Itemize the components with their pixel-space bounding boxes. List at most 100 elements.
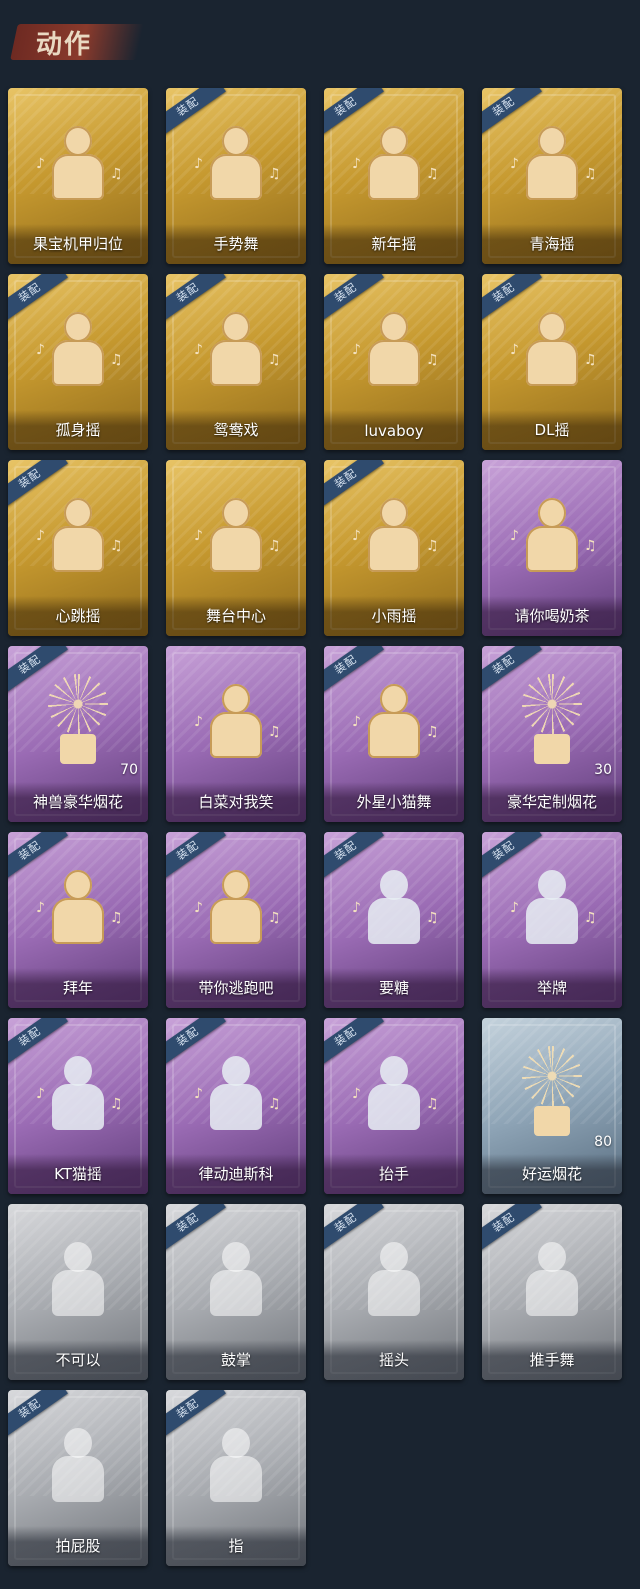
emote-name: 舞台中心 [205, 607, 266, 625]
section-header: 动作 [10, 20, 144, 64]
emote-name: 手势舞 [213, 235, 259, 253]
emote-card[interactable]: 好运烟花 80 [482, 1018, 622, 1194]
figure-head-icon [222, 126, 250, 156]
emote-name: 推手舞 [529, 1351, 575, 1369]
emote-name: 摇头 [378, 1351, 409, 1369]
emote-figure-icon: ♪ ♫ [324, 664, 464, 774]
firework-box-icon [534, 734, 570, 764]
firework-icon [522, 1046, 582, 1106]
music-note-icon: ♫ [268, 538, 281, 554]
firework-icon [522, 674, 582, 734]
emote-card[interactable]: ♪ ♫ KT猫摇 装配 [8, 1018, 148, 1194]
music-note-icon: ♪ [352, 714, 361, 730]
emote-card[interactable]: 豪华定制烟花 30 装配 [482, 646, 622, 822]
emote-card[interactable]: 鼓掌 装配 [166, 1204, 306, 1380]
emote-figure-icon [482, 1222, 622, 1332]
figure-head-icon [64, 312, 92, 342]
emote-card[interactable]: ♪ ♫ 手势舞 装配 [166, 88, 306, 264]
figure-head-icon [380, 1056, 408, 1086]
music-note-icon: ♪ [510, 528, 519, 544]
figure-body-icon [368, 712, 420, 758]
figure-head-icon [64, 1242, 92, 1272]
emote-figure-icon: ♪ ♫ [8, 106, 148, 216]
emote-card[interactable]: ♪ ♫ 白菜对我笑 [166, 646, 306, 822]
music-note-icon: ♪ [352, 342, 361, 358]
emote-figure-icon: ♪ ♫ [166, 292, 306, 402]
emote-name: 鸳鸯戏 [213, 421, 259, 439]
emote-name: 要糖 [378, 979, 409, 997]
emote-card[interactable]: 摇头 装配 [324, 1204, 464, 1380]
figure-body-icon [210, 1456, 262, 1502]
music-note-icon: ♪ [510, 900, 519, 916]
emote-card[interactable]: ♪ ♫ DL摇 装配 [482, 274, 622, 450]
music-note-icon: ♪ [352, 528, 361, 544]
figure-head-icon [380, 126, 408, 156]
emote-card[interactable]: ♪ ♫ 青海摇 装配 [482, 88, 622, 264]
emote-card[interactable]: ♪ ♫ 外星小猫舞 装配 [324, 646, 464, 822]
emote-figure-icon: ♪ ♫ [8, 478, 148, 588]
figure-body-icon [368, 526, 420, 572]
emote-card[interactable]: ♪ ♫ 带你逃跑吧 装配 [166, 832, 306, 1008]
emote-card[interactable]: ♪ ♫ 举牌 装配 [482, 832, 622, 1008]
emote-card[interactable]: 指装配 [166, 1390, 306, 1566]
music-note-icon: ♪ [352, 156, 361, 172]
emote-name: 请你喝奶茶 [514, 607, 590, 625]
music-note-icon: ♫ [110, 538, 123, 554]
emote-card[interactable]: 神兽豪华烟花 70 装配 [8, 646, 148, 822]
emote-figure-icon: ♪ ♫ [324, 106, 464, 216]
section-title: 动作 [36, 30, 93, 60]
emote-name: luvaboy [364, 422, 424, 440]
emote-figure-icon: ♪ ♫ [166, 1036, 306, 1146]
emote-name: 青海摇 [529, 235, 575, 253]
emote-figure-icon [8, 1408, 148, 1518]
emote-card[interactable]: ♪ ♫ 鸳鸯戏 装配 [166, 274, 306, 450]
emote-card[interactable]: ♪ ♫ 律动迪斯科 装配 [166, 1018, 306, 1194]
music-note-icon: ♪ [194, 900, 203, 916]
music-note-icon: ♫ [584, 538, 597, 554]
figure-body-icon [210, 1084, 262, 1130]
emote-name: 小雨摇 [371, 607, 417, 625]
emote-name: 举牌 [536, 979, 567, 997]
emote-card[interactable]: ♪ ♫ 果宝机甲归位 [8, 88, 148, 264]
emote-card[interactable]: ♪ ♫ 要糖 装配 [324, 832, 464, 1008]
emote-card[interactable]: ♪ ♫ luvaboy 装配 [324, 274, 464, 450]
figure-head-icon [64, 870, 92, 900]
music-note-icon: ♫ [426, 538, 439, 554]
emote-card[interactable]: ♪ ♫ 心跳摇 装配 [8, 460, 148, 636]
figure-body-icon [526, 154, 578, 200]
emote-card[interactable]: 推手舞 装配 [482, 1204, 622, 1380]
emote-card[interactable]: ♪ ♫ 拜年 装配 [8, 832, 148, 1008]
emote-card[interactable]: 拍屁股 装配 [8, 1390, 148, 1566]
emote-figure-icon [8, 664, 148, 774]
emote-card[interactable]: ♪ ♫ 抬手 装配 [324, 1018, 464, 1194]
emote-card[interactable]: ♪ ♫ 孤身摇 装配 [8, 274, 148, 450]
figure-head-icon [222, 870, 250, 900]
emote-card[interactable]: ♪ ♫ 舞台中心 [166, 460, 306, 636]
figure-body-icon [210, 526, 262, 572]
figure-body-icon [52, 340, 104, 386]
emote-card[interactable]: ♪ ♫ 小雨摇 装配 [324, 460, 464, 636]
figure-head-icon [222, 1428, 250, 1458]
emote-name: 不可以 [55, 1351, 101, 1369]
music-note-icon: ♪ [36, 528, 45, 544]
emote-name: 心跳摇 [55, 607, 101, 625]
figure-body-icon [52, 1270, 104, 1316]
emote-card[interactable]: 不可以 [8, 1204, 148, 1380]
figure-body-icon [52, 1084, 104, 1130]
emote-figure-icon: ♪ ♫ [166, 664, 306, 774]
emote-figure-icon: ♪ ♫ [482, 106, 622, 216]
figure-head-icon [222, 1242, 250, 1272]
emote-figure-icon [166, 1222, 306, 1332]
music-note-icon: ♫ [268, 352, 281, 368]
figure-head-icon [538, 126, 566, 156]
firework-box-icon [60, 734, 96, 764]
emote-name: 律动迪斯科 [198, 1165, 274, 1183]
figure-body-icon [52, 526, 104, 572]
emote-card[interactable]: ♪ ♫ 新年摇 装配 [324, 88, 464, 264]
emote-figure-icon [166, 1408, 306, 1518]
emote-card[interactable]: ♪ ♫ 请你喝奶茶 [482, 460, 622, 636]
figure-body-icon [368, 340, 420, 386]
music-note-icon: ♫ [268, 1096, 281, 1112]
music-note-icon: ♪ [194, 342, 203, 358]
emote-name: 果宝机甲归位 [32, 235, 123, 253]
